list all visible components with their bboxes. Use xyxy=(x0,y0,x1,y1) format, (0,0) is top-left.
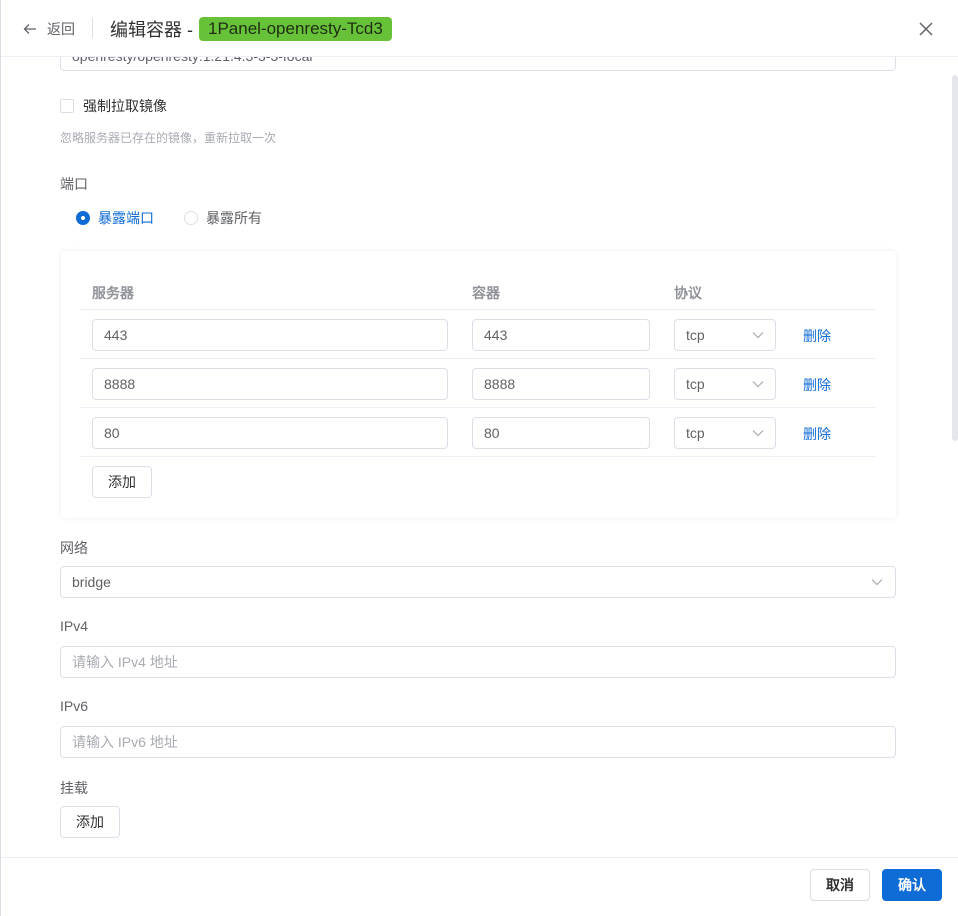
radio-label: 暴露所有 xyxy=(206,210,262,226)
back-button[interactable]: 返回 xyxy=(23,19,75,39)
container-port-input[interactable]: 8888 xyxy=(472,368,650,400)
add-port-button[interactable]: 添加 xyxy=(92,466,152,498)
port-table-card: 服务器 容器 协议 443 443 tcp 删除 8888 8888 tcp 删… xyxy=(61,251,896,518)
chevron-down-icon xyxy=(752,430,764,437)
confirm-button[interactable]: 确认 xyxy=(882,869,942,901)
table-row: 443 443 tcp 删除 xyxy=(80,310,876,359)
scrollbar[interactable] xyxy=(952,75,958,441)
ipv4-input[interactable]: 请输入 IPv4 地址 xyxy=(60,646,896,678)
port-table-header: 服务器 容器 协议 xyxy=(80,273,876,310)
radio-unchecked-icon xyxy=(184,211,198,225)
drawer-header: 返回 编辑容器 - 1Panel-openresty-Tcd3 xyxy=(1,0,958,57)
protocol-value: tcp xyxy=(686,376,705,392)
add-mount-button[interactable]: 添加 xyxy=(60,806,120,838)
network-label: 网络 xyxy=(60,540,88,556)
force-pull-checkbox[interactable] xyxy=(60,99,74,113)
column-protocol: 协议 xyxy=(674,285,702,301)
chevron-down-icon xyxy=(752,381,764,388)
radio-label: 暴露端口 xyxy=(98,210,154,226)
radio-expose-ports[interactable]: 暴露端口 xyxy=(76,208,154,228)
port-mode-radio-group: 暴露端口 暴露所有 xyxy=(76,208,292,228)
force-pull-label: 强制拉取镜像 xyxy=(83,98,167,114)
protocol-value: tcp xyxy=(686,425,705,441)
ports-label: 端口 xyxy=(60,176,88,192)
mount-label: 挂载 xyxy=(60,780,88,796)
protocol-select[interactable]: tcp xyxy=(674,319,776,351)
image-select[interactable]: openresty/openresty:1.21.4.3-3-3-focal xyxy=(60,57,896,71)
chevron-down-icon xyxy=(752,332,764,339)
arrow-left-icon xyxy=(23,24,36,34)
table-row: 80 80 tcp 删除 xyxy=(80,408,876,457)
drawer-footer: 取消 确认 xyxy=(1,857,958,916)
column-server: 服务器 xyxy=(92,285,134,301)
force-pull-hint: 忽略服务器已存在的镜像，重新拉取一次 xyxy=(60,131,277,145)
page-title: 编辑容器 - 1Panel-openresty-Tcd3 xyxy=(110,16,392,42)
delete-port-button[interactable]: 删除 xyxy=(803,424,831,444)
back-label: 返回 xyxy=(47,21,75,37)
radio-expose-all[interactable]: 暴露所有 xyxy=(184,208,262,228)
container-name-tag: 1Panel-openresty-Tcd3 xyxy=(199,17,392,41)
title-text: 编辑容器 - xyxy=(110,20,193,40)
protocol-select[interactable]: tcp xyxy=(674,417,776,449)
network-value: bridge xyxy=(72,574,111,590)
chevron-down-icon xyxy=(871,579,883,586)
container-port-input[interactable]: 443 xyxy=(472,319,650,351)
network-select[interactable]: bridge xyxy=(60,566,896,598)
ipv6-input[interactable]: 请输入 IPv6 地址 xyxy=(60,726,896,758)
ipv4-label: IPv4 xyxy=(60,618,89,634)
delete-port-button[interactable]: 删除 xyxy=(803,375,831,395)
radio-checked-icon xyxy=(76,211,90,225)
cancel-button[interactable]: 取消 xyxy=(810,869,870,901)
container-port-input[interactable]: 80 xyxy=(472,417,650,449)
edit-container-drawer: 返回 编辑容器 - 1Panel-openresty-Tcd3 openrest… xyxy=(0,0,958,916)
column-container: 容器 xyxy=(472,285,500,301)
ipv6-label: IPv6 xyxy=(60,698,89,714)
server-port-input[interactable]: 443 xyxy=(92,319,448,351)
force-pull-checkbox-row[interactable]: 强制拉取镜像 xyxy=(60,96,167,116)
server-port-input[interactable]: 80 xyxy=(92,417,448,449)
delete-port-button[interactable]: 删除 xyxy=(803,326,831,346)
header-divider xyxy=(92,18,93,38)
drawer-body: openresty/openresty:1.21.4.3-3-3-focal 强… xyxy=(1,57,958,857)
table-row: 8888 8888 tcp 删除 xyxy=(80,359,876,408)
server-port-input[interactable]: 8888 xyxy=(92,368,448,400)
protocol-select[interactable]: tcp xyxy=(674,368,776,400)
protocol-value: tcp xyxy=(686,327,705,343)
close-icon[interactable] xyxy=(916,19,936,39)
